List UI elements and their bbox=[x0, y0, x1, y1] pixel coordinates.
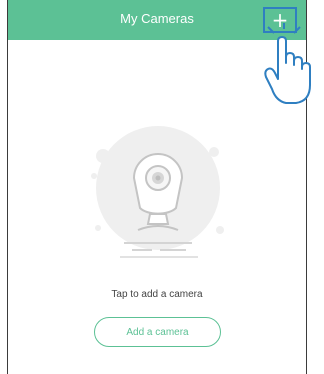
add-camera-button[interactable]: Add a camera bbox=[94, 317, 221, 347]
camera-illustration bbox=[91, 126, 224, 258]
empty-state-message: Tap to add a camera bbox=[111, 289, 203, 300]
tap-hand-icon bbox=[264, 23, 311, 104]
